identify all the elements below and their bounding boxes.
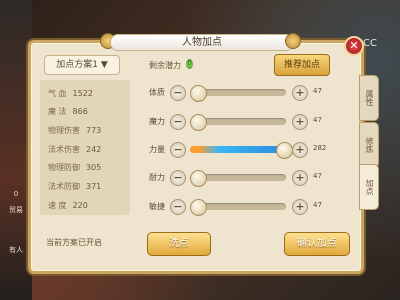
slider-knob[interactable] — [190, 199, 207, 216]
stat-value: 1522 — [72, 89, 93, 98]
stat-row: 物理伤害 773 — [48, 125, 128, 136]
tab-attributes[interactable]: 属性 — [359, 75, 379, 121]
plan-dropdown[interactable]: 加点方案1 ▼ — [44, 55, 120, 75]
plus-button[interactable]: + — [292, 85, 308, 101]
attribute-name: 敏捷 — [149, 202, 165, 211]
attribute-value: 282 — [313, 144, 327, 152]
minus-button[interactable]: − — [170, 142, 186, 158]
stat-label: 物理防御 — [48, 163, 80, 172]
left-strip-tag: 有人 — [9, 246, 23, 254]
left-strip-tag: 贸易 — [9, 206, 23, 214]
cc-label: CC — [363, 38, 377, 49]
left-strip-tag: 0 — [13, 190, 19, 198]
stat-label: 法术防御 — [48, 182, 80, 191]
attribute-value: 47 — [313, 172, 322, 180]
stat-value: 371 — [86, 182, 102, 191]
stat-row: 法术伤害 242 — [48, 144, 128, 155]
minus-button[interactable]: − — [170, 85, 186, 101]
close-icon: ✕ — [349, 39, 359, 52]
stat-value: 305 — [86, 163, 102, 172]
stat-label: 物理伤害 — [48, 126, 80, 135]
attribute-slider[interactable] — [190, 199, 286, 216]
tab-add-points[interactable]: 加点 — [359, 164, 379, 210]
attribute-value: 47 — [313, 201, 322, 209]
panel-title: • • • • • • 人物加点 — [110, 34, 294, 51]
attribute-row: 耐力 − + 47 — [145, 168, 330, 188]
attribute-name: 耐力 — [149, 173, 165, 182]
stat-row: 物理防御 305 — [48, 162, 128, 173]
stat-row: 法术防御 371 — [48, 181, 128, 192]
attribute-value: 47 — [313, 116, 322, 124]
tab-cultivation[interactable]: 修炼 — [359, 122, 379, 168]
title-ornament-right — [285, 33, 301, 49]
attribute-name: 体质 — [149, 88, 165, 97]
stat-value: 220 — [72, 201, 88, 210]
slider-knob[interactable] — [190, 114, 207, 131]
stat-label: 气 血 — [48, 89, 67, 98]
minus-button[interactable]: − — [170, 114, 186, 130]
stat-label: 法术伤害 — [48, 145, 80, 154]
slider-knob[interactable] — [276, 142, 293, 159]
minus-button[interactable]: − — [170, 199, 186, 215]
reset-points-button[interactable]: 洗点 — [147, 232, 211, 256]
attribute-row: 魔力 − + 47 — [145, 112, 330, 132]
attribute-value: 47 — [313, 87, 322, 95]
plus-button[interactable]: + — [292, 142, 308, 158]
plus-button[interactable]: + — [292, 114, 308, 130]
stat-value: 866 — [72, 107, 88, 116]
stat-label: 速 度 — [48, 201, 67, 210]
attribute-name: 魔力 — [149, 117, 165, 126]
stat-label: 魔 法 — [48, 107, 67, 116]
plan-status-text: 当前方案已开启 — [46, 238, 102, 247]
recommend-button[interactable]: 推荐加点 — [274, 54, 330, 76]
slider-knob[interactable] — [190, 170, 207, 187]
slider-fill — [190, 146, 283, 153]
attribute-row: 敏捷 − + 47 — [145, 197, 330, 217]
confirm-points-button[interactable]: 确认加点 — [284, 232, 350, 256]
attribute-row: 力量 − + 282 — [145, 140, 330, 160]
free-points-value: 0 — [187, 59, 192, 67]
attribute-row: 体质 − + 47 — [145, 83, 330, 103]
stat-value: 773 — [86, 126, 102, 135]
free-points-label: 剩余潜力 — [149, 61, 181, 70]
attribute-slider[interactable] — [190, 85, 286, 102]
minus-button[interactable]: − — [170, 170, 186, 186]
stat-row: 魔 法 866 — [48, 106, 128, 117]
attribute-slider[interactable] — [190, 142, 293, 159]
attribute-slider[interactable] — [190, 114, 286, 131]
close-button[interactable]: ✕ — [344, 36, 364, 56]
panel-title-text: 人物加点 — [182, 37, 222, 48]
stat-row: 速 度 220 — [48, 200, 128, 211]
plus-button[interactable]: + — [292, 170, 308, 186]
stat-value: 242 — [86, 145, 102, 154]
plus-button[interactable]: + — [292, 199, 308, 215]
attribute-slider[interactable] — [190, 170, 286, 187]
attribute-name: 力量 — [149, 145, 165, 154]
stat-row: 气 血 1522 — [48, 88, 128, 99]
slider-knob[interactable] — [190, 85, 207, 102]
